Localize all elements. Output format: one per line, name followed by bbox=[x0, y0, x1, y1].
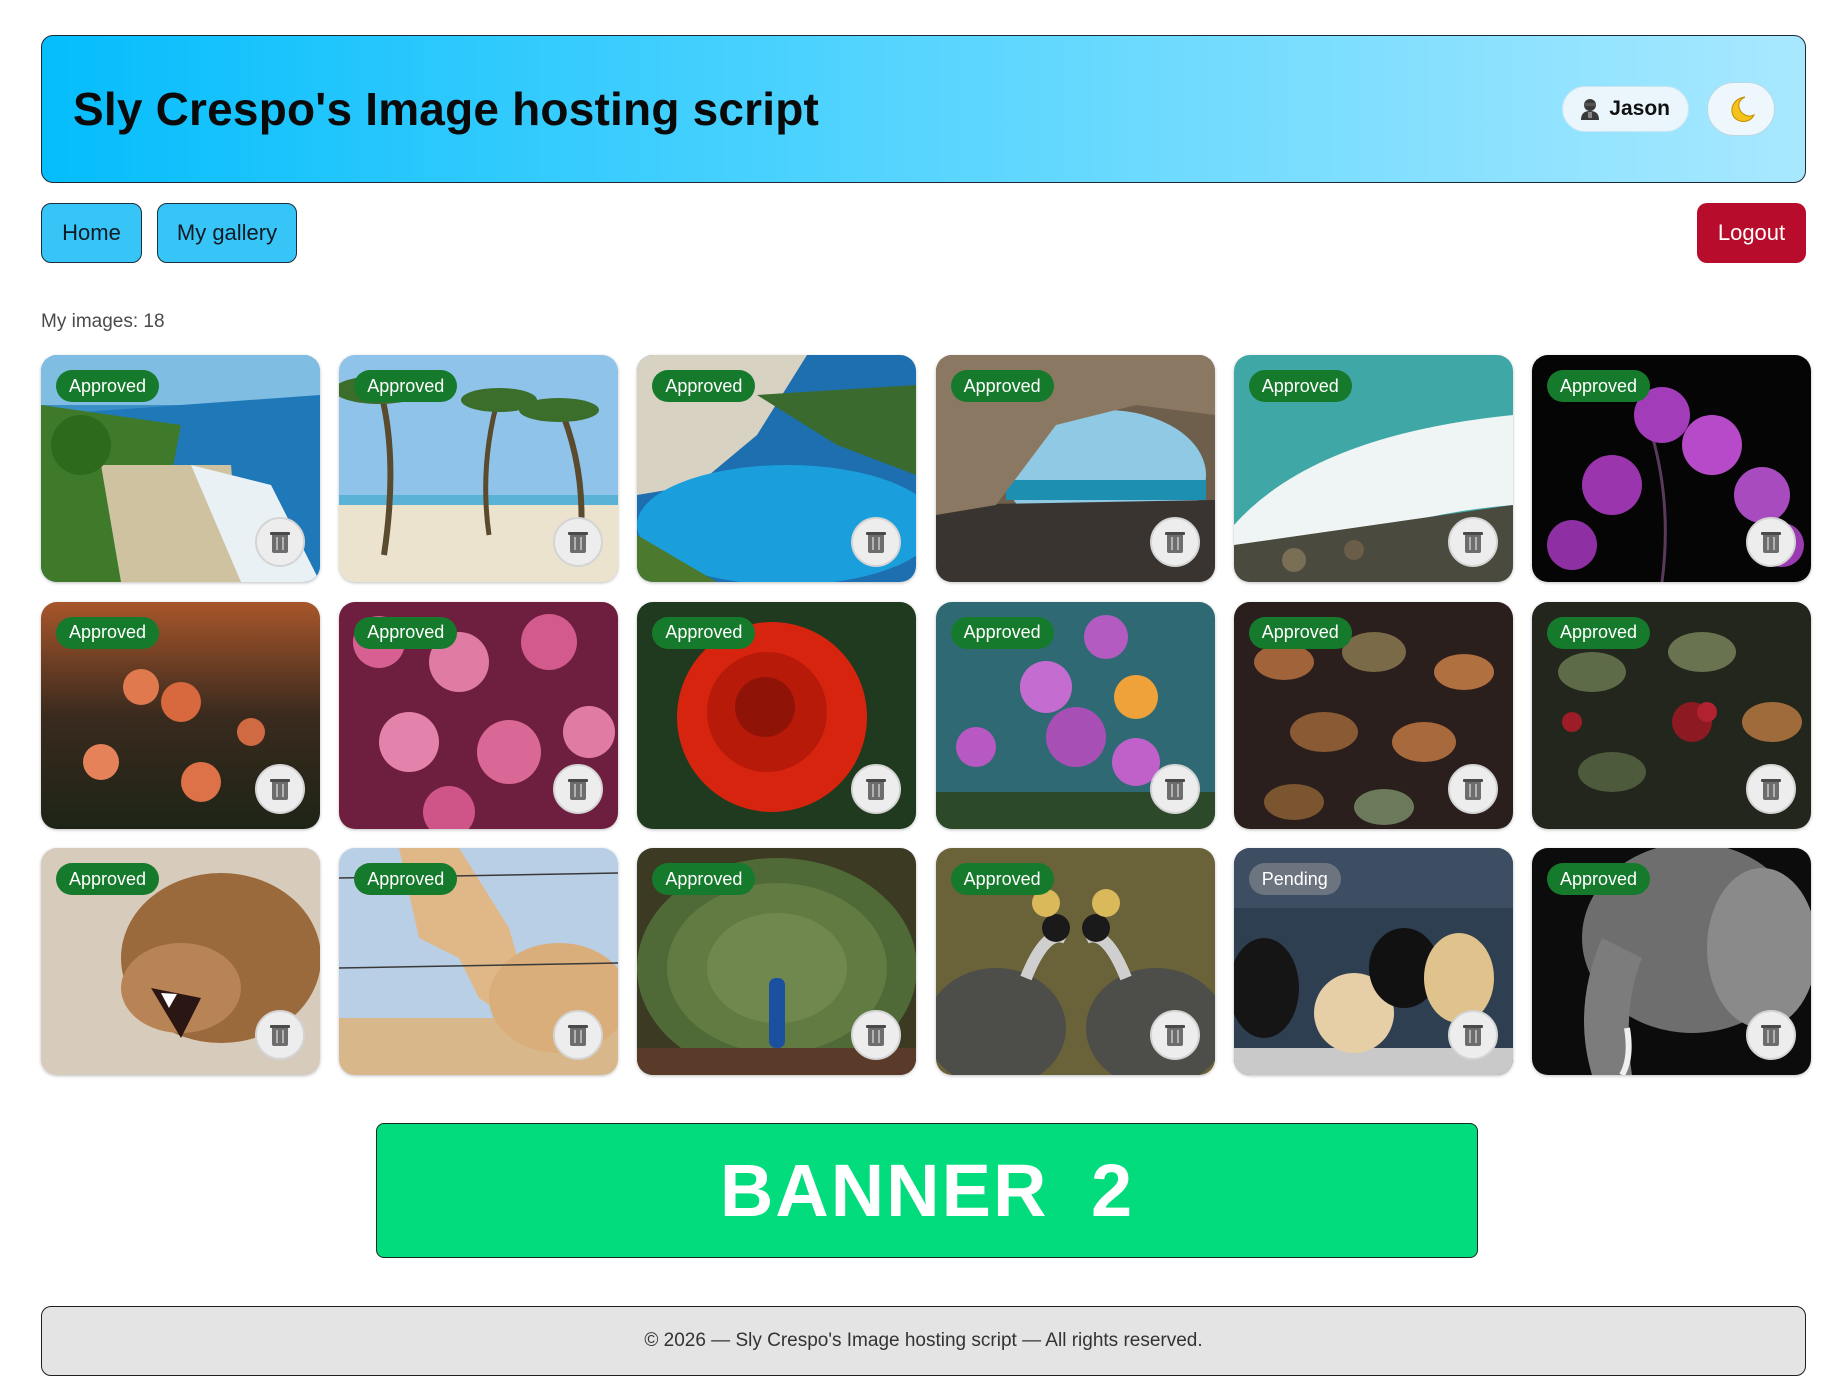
image-card[interactable]: Approved bbox=[637, 848, 917, 1075]
site-header: Sly Crespo's Image hosting script Jason bbox=[41, 35, 1806, 183]
trash-icon bbox=[1462, 1025, 1483, 1046]
theme-toggle-button[interactable] bbox=[1707, 82, 1775, 136]
ad-banner[interactable]: BANNER 2 bbox=[376, 1123, 1478, 1258]
delete-button[interactable] bbox=[1745, 763, 1796, 814]
image-card[interactable]: Approved bbox=[1531, 848, 1811, 1075]
status-badge: Approved bbox=[56, 863, 160, 895]
image-card[interactable]: Approved bbox=[1233, 601, 1513, 829]
status-badge: Approved bbox=[1546, 863, 1650, 895]
status-badge: Pending bbox=[1248, 863, 1341, 895]
image-card[interactable]: Approved bbox=[935, 601, 1215, 829]
image-card[interactable]: Approved bbox=[1233, 355, 1513, 582]
status-badge: Approved bbox=[1248, 616, 1352, 649]
delete-button[interactable] bbox=[1149, 517, 1200, 567]
trash-icon bbox=[270, 532, 290, 553]
logout-button[interactable]: Logout bbox=[1697, 203, 1806, 263]
status-badge: Approved bbox=[1248, 370, 1352, 402]
image-card[interactable]: Approved bbox=[41, 848, 320, 1075]
trash-icon bbox=[1462, 778, 1483, 800]
site-title: Sly Crespo's Image hosting script bbox=[73, 83, 820, 135]
trash-icon bbox=[270, 778, 290, 800]
status-badge: Approved bbox=[354, 370, 458, 402]
image-card[interactable]: Approved bbox=[41, 601, 320, 829]
status-badge: Approved bbox=[354, 863, 458, 895]
status-badge: Approved bbox=[950, 863, 1054, 895]
image-card[interactable]: Approved bbox=[935, 848, 1215, 1075]
image-card[interactable]: Approved bbox=[935, 355, 1215, 582]
trash-icon bbox=[1760, 1025, 1781, 1046]
trash-icon bbox=[568, 532, 589, 553]
moon-icon bbox=[1731, 96, 1756, 122]
footer-text: © 2026 — Sly Crespo's Image hosting scri… bbox=[644, 1330, 1203, 1351]
delete-button[interactable] bbox=[553, 763, 604, 814]
delete-button[interactable] bbox=[553, 1010, 604, 1060]
image-card[interactable]: Approved bbox=[339, 848, 619, 1075]
image-card[interactable]: Approved bbox=[1531, 601, 1811, 829]
delete-button[interactable] bbox=[1745, 1010, 1796, 1060]
user-icon bbox=[1581, 99, 1600, 120]
status-badge: Approved bbox=[950, 370, 1054, 402]
image-card[interactable]: Approved bbox=[41, 355, 320, 582]
delete-button[interactable] bbox=[553, 517, 604, 567]
user-badge[interactable]: Jason bbox=[1562, 86, 1689, 132]
image-card[interactable]: Approved bbox=[339, 355, 619, 582]
image-grid: Approved Approved Approved Approved Appr… bbox=[41, 355, 1811, 1075]
trash-icon bbox=[1462, 532, 1483, 553]
site-footer: © 2026 — Sly Crespo's Image hosting scri… bbox=[41, 1306, 1806, 1376]
status-badge: Approved bbox=[1546, 370, 1650, 402]
image-card[interactable]: Approved bbox=[637, 601, 917, 829]
delete-button[interactable] bbox=[1149, 763, 1200, 814]
status-badge: Approved bbox=[56, 370, 160, 402]
image-card[interactable]: Approved bbox=[1531, 355, 1811, 582]
delete-button[interactable] bbox=[1447, 517, 1498, 567]
status-badge: Approved bbox=[652, 616, 756, 649]
trash-icon bbox=[1164, 1025, 1185, 1046]
status-badge: Approved bbox=[652, 863, 756, 895]
trash-icon bbox=[866, 778, 887, 800]
delete-button[interactable] bbox=[1745, 517, 1796, 567]
page: Sly Crespo's Image hosting script Jason … bbox=[0, 0, 1842, 1396]
banner-text: BANNER 2 bbox=[719, 1149, 1135, 1232]
trash-icon bbox=[1164, 778, 1185, 800]
image-card[interactable]: Pending bbox=[1233, 848, 1513, 1075]
trash-icon bbox=[1164, 532, 1185, 553]
status-badge: Approved bbox=[56, 616, 160, 649]
delete-button[interactable] bbox=[1447, 1010, 1498, 1060]
status-badge: Approved bbox=[354, 616, 458, 649]
status-badge: Approved bbox=[652, 370, 756, 402]
delete-button[interactable] bbox=[1149, 1010, 1200, 1060]
trash-icon bbox=[568, 778, 589, 800]
status-badge: Approved bbox=[1546, 616, 1650, 649]
trash-icon bbox=[866, 532, 887, 553]
trash-icon bbox=[1760, 778, 1781, 800]
trash-icon bbox=[568, 1025, 589, 1046]
delete-button[interactable] bbox=[851, 763, 902, 814]
delete-button[interactable] bbox=[255, 517, 305, 567]
header-actions: Jason bbox=[1562, 82, 1775, 136]
image-card[interactable]: Approved bbox=[339, 601, 619, 829]
status-badge: Approved bbox=[950, 616, 1054, 649]
image-count: My images: 18 bbox=[41, 311, 165, 332]
delete-button[interactable] bbox=[1447, 763, 1498, 814]
image-card[interactable]: Approved bbox=[637, 355, 917, 582]
user-name: Jason bbox=[1609, 97, 1670, 120]
trash-icon bbox=[866, 1025, 887, 1046]
home-button[interactable]: Home bbox=[41, 203, 142, 263]
delete-button[interactable] bbox=[255, 1010, 305, 1060]
my-gallery-button[interactable]: My gallery bbox=[157, 203, 297, 263]
trash-icon bbox=[1760, 532, 1781, 553]
trash-icon bbox=[270, 1025, 290, 1046]
delete-button[interactable] bbox=[255, 763, 305, 814]
